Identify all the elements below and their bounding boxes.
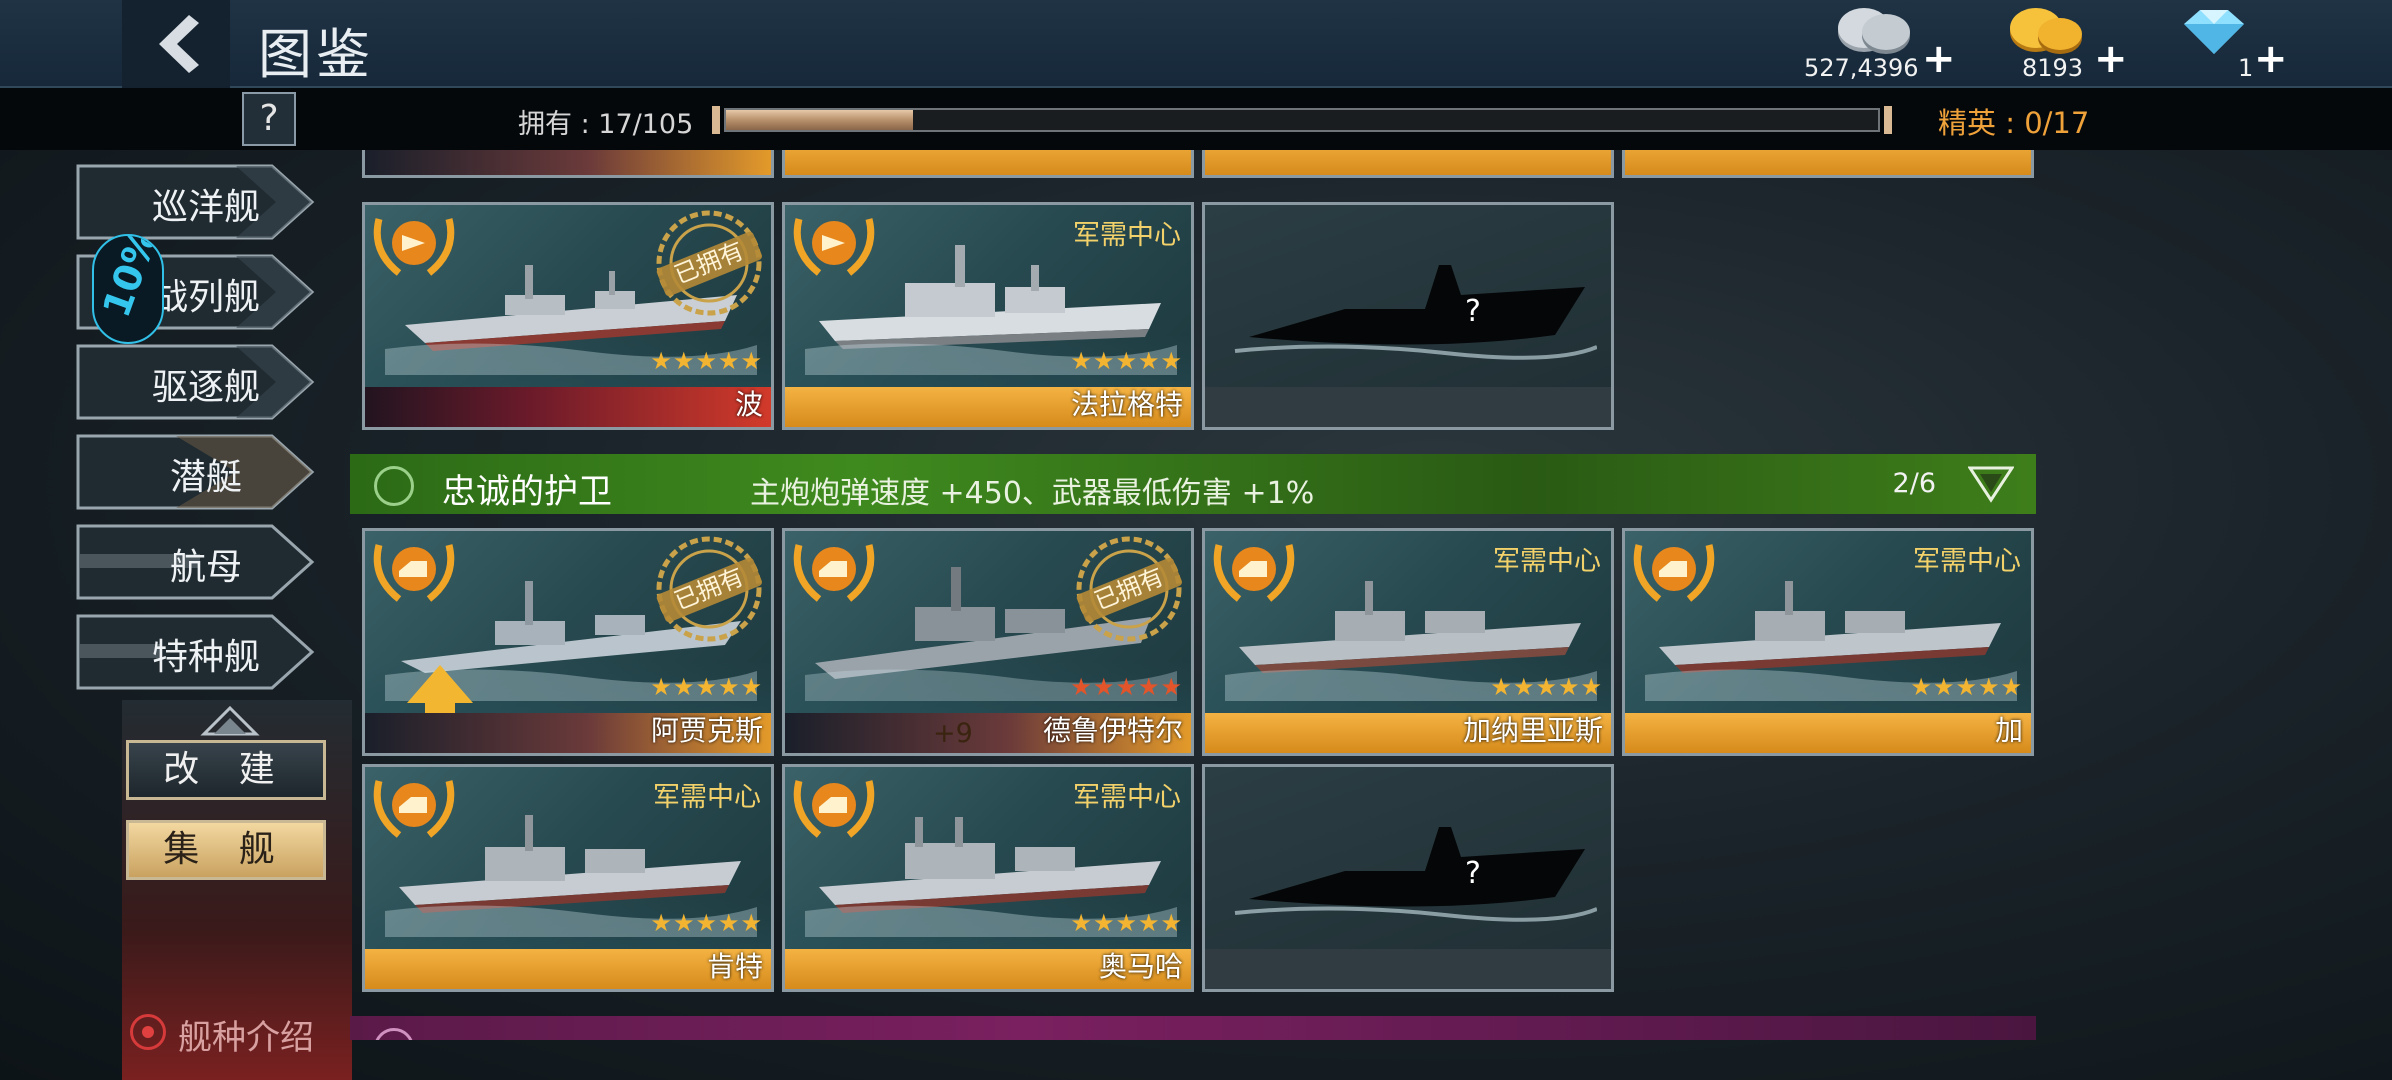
set-header-loyal-escort[interactable]: 忠诚的护卫 主炮炮弹速度 +450、武器最低伤害 +1% 2/6: [350, 454, 2036, 514]
sidebar-tab-label: 特种舰: [151, 637, 260, 678]
ship-card[interactable]: 已拥有 ★★★★★ 阿贾克斯: [362, 528, 774, 756]
set-emblem-icon: [374, 466, 414, 506]
star-rating: ★★★★★: [650, 347, 763, 375]
set-bonus: 主炮炮弹速度 +450、武器最低伤害 +1%: [750, 476, 1315, 511]
set-emblem-icon: [374, 1028, 414, 1040]
svg-text:10%: 10%: [94, 236, 164, 323]
laurel-rank-icon: [1633, 544, 1715, 602]
ship-card[interactable]: 军需中心 ★★★★★ 奥马哈: [782, 764, 1194, 992]
ship-card-locked[interactable]: ?: [1202, 202, 1614, 430]
ship-name: 法拉格特: [1070, 388, 1183, 421]
laurel-rank-icon: [793, 780, 875, 838]
upgrade-button[interactable]: 改 建: [126, 740, 326, 800]
star-rating: ★★★★★: [650, 909, 763, 937]
source-label: 军需中心: [1073, 782, 1181, 813]
silver-currency: 527,4396 +: [1804, 0, 1956, 88]
sidebar-tab-label: 驱逐舰: [151, 367, 260, 408]
svg-text:?: ?: [1465, 856, 1481, 891]
diamond-value: 1: [2238, 54, 2254, 82]
collection-progress-bar: [712, 106, 1892, 134]
back-button[interactable]: [122, 0, 230, 88]
gold-add-button[interactable]: +: [2094, 36, 2128, 82]
ship-card[interactable]: 军需中心 ★★★★★ 法拉格特: [782, 202, 1194, 430]
diamond-currency: 1 +: [2170, 0, 2300, 88]
gold-value: 8193: [2022, 54, 2084, 82]
gold-currency: 8193 +: [2000, 0, 2130, 88]
sidebar-tab-label: 巡洋舰: [151, 187, 260, 228]
owned-stamp-icon: 已拥有: [656, 536, 763, 642]
svg-text:?: ?: [1465, 294, 1481, 329]
help-button[interactable]: ?: [242, 92, 296, 146]
ship-name: 加: [1994, 714, 2023, 747]
ship-card-partial[interactable]: [362, 150, 774, 178]
sidebar-tab-special[interactable]: 特种舰: [76, 612, 316, 692]
laurel-rank-icon: [373, 780, 455, 838]
ship-card-locked[interactable]: ?: [1202, 764, 1614, 992]
collection-progress-fill: [726, 110, 913, 130]
star-rating: ★★★★★: [1070, 909, 1183, 937]
gold-coins-icon: [2010, 8, 2082, 54]
laurel-rank-icon: [373, 544, 455, 602]
ship-name: 阿贾克斯: [650, 714, 763, 747]
back-arrow-icon: [159, 15, 199, 73]
ship-card-partial[interactable]: [1622, 150, 2034, 178]
ship-card[interactable]: 军需中心 ★★★★★ 肯特: [362, 764, 774, 992]
laurel-rank-icon: [793, 544, 875, 602]
ship-card[interactable]: 军需中心 ★★★★★ 加: [1622, 528, 2034, 756]
set-header-next[interactable]: [350, 1016, 2036, 1040]
ship-card-partial[interactable]: [782, 150, 1194, 178]
svg-text:已拥有: 已拥有: [670, 237, 747, 290]
ship-silhouette-icon: ?: [1234, 265, 1597, 360]
star-rating: ★★★★★: [1070, 673, 1183, 701]
codex-ship-grid: 已拥有 ★★★★★ 波 军需中心 ★★★★★ 法拉格特 ? 忠诚的护卫 主炮炮弹…: [350, 150, 2050, 1040]
diamond-add-button[interactable]: +: [2254, 36, 2288, 82]
source-label: 军需中心: [1493, 546, 1601, 577]
owned-stamp-icon: 已拥有: [1076, 536, 1183, 642]
source-label: 军需中心: [1913, 546, 2021, 577]
sidebar-tab-destroyer[interactable]: 驱逐舰: [76, 342, 316, 422]
star-rating: ★★★★★: [1490, 673, 1603, 701]
page-title: 图鉴: [258, 23, 374, 86]
elite-count: 精英 : 0/17: [1938, 106, 2090, 140]
ship-card[interactable]: 已拥有 ★★★★★ 波: [362, 202, 774, 430]
svg-text:已拥有: 已拥有: [1090, 563, 1167, 616]
silver-add-button[interactable]: +: [1922, 36, 1956, 82]
star-rating: ★★★★★: [1070, 347, 1183, 375]
star-rating: ★★★★★: [650, 673, 763, 701]
ship-card-partial[interactable]: [1202, 150, 1614, 178]
sidebar-tab-label: 航母: [169, 547, 242, 588]
floating-assistant-icon[interactable]: 10%: [92, 234, 164, 344]
ship-name: 肯特: [706, 950, 763, 983]
ship-name: 德鲁伊特尔: [1042, 714, 1183, 747]
source-label: 军需中心: [653, 782, 761, 813]
set-progress: 2/6: [1892, 468, 1936, 499]
ship-card[interactable]: 军需中心 ★★★★★ 加纳里亚斯: [1202, 528, 1614, 756]
class-intro-label: 舰种介绍: [178, 1018, 314, 1058]
sidebar-tab-cruiser[interactable]: 巡洋舰: [76, 162, 316, 242]
svg-text:已拥有: 已拥有: [670, 563, 747, 616]
sidebar-tab-submarine[interactable]: 潜艇: [76, 432, 316, 512]
source-label: 军需中心: [1073, 220, 1181, 251]
enhance-level: +9: [933, 718, 973, 749]
silver-value: 527,4396: [1804, 54, 1919, 82]
ship-name: 奥马哈: [1098, 950, 1183, 983]
record-icon: [130, 1014, 166, 1050]
owned-stamp-icon: 已拥有: [656, 210, 763, 316]
set-name: 忠诚的护卫: [442, 472, 612, 512]
laurel-rank-icon: [373, 218, 455, 276]
silver-coins-icon: [1838, 8, 1910, 54]
scroll-up-icon[interactable]: [200, 704, 260, 740]
ship-name: 波: [734, 388, 763, 421]
sidebar-tab-carrier[interactable]: 航母: [76, 522, 316, 602]
owned-count: 拥有 : 17/105: [518, 109, 694, 140]
ship-silhouette-icon: ?: [1234, 827, 1597, 922]
ship-name: 加纳里亚斯: [1462, 714, 1603, 747]
laurel-rank-icon: [793, 218, 875, 276]
chevron-down-icon[interactable]: [1968, 464, 2014, 504]
laurel-rank-icon: [1213, 544, 1295, 602]
sidebar-tab-label: 潜艇: [169, 457, 242, 498]
star-rating: ★★★★★: [1910, 673, 2023, 701]
collect-ships-button[interactable]: 集 舰: [126, 820, 326, 880]
ship-card[interactable]: 已拥有 ★★★★★ +9 德鲁伊特尔: [782, 528, 1194, 756]
